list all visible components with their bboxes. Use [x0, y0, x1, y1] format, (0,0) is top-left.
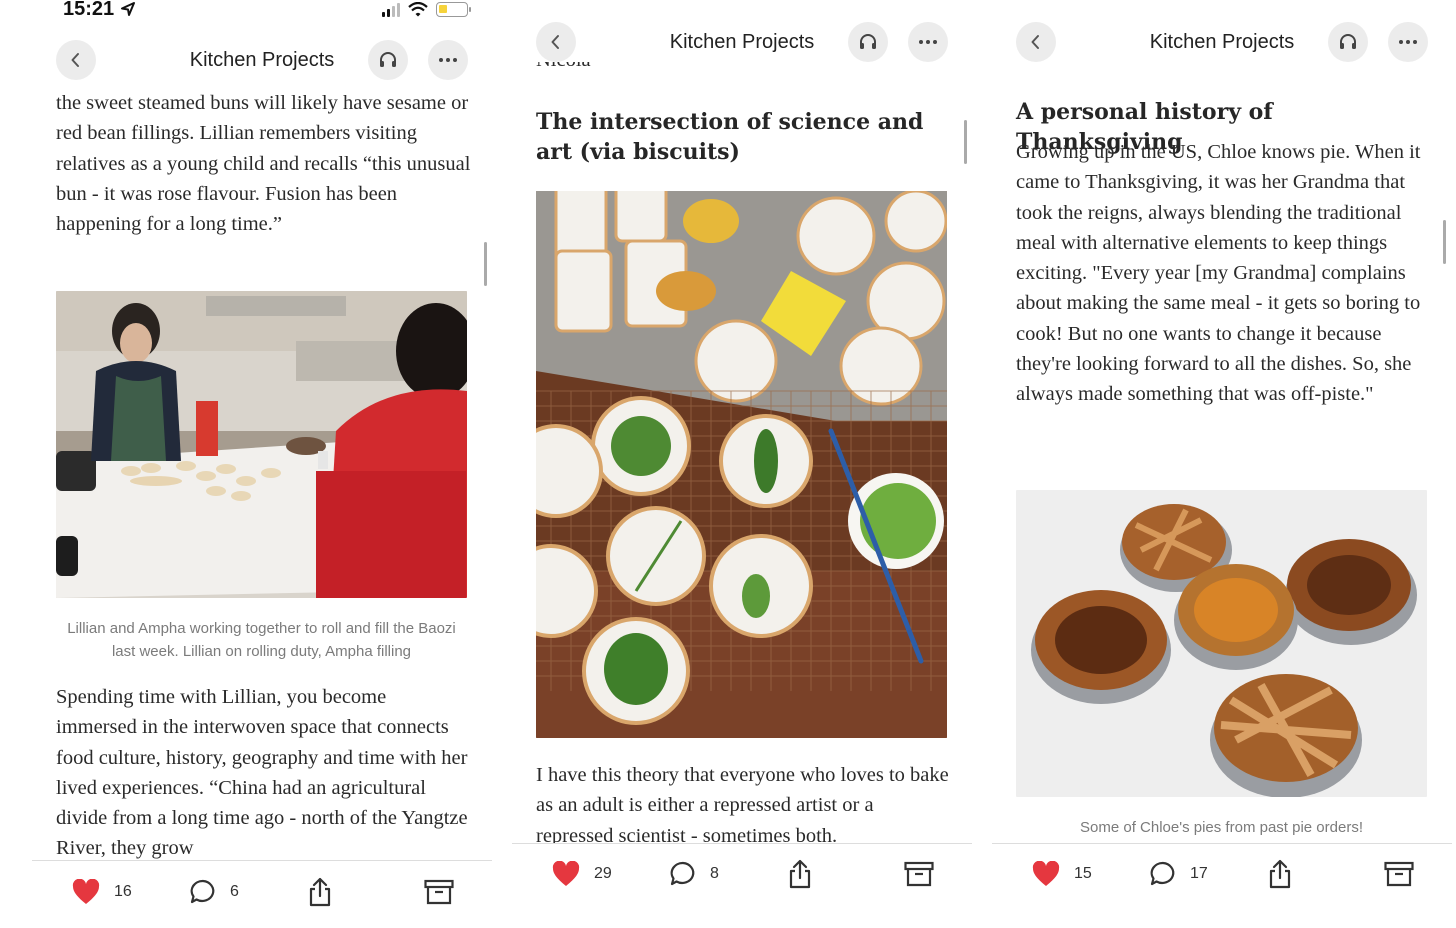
screen-3: Kitchen Projects A personal history of T…	[992, 0, 1452, 928]
headphones-icon	[1340, 34, 1356, 49]
archive-button[interactable]	[904, 861, 934, 887]
heart-icon	[72, 879, 100, 904]
screen-2: Kitchen Projects Nicola The intersection…	[512, 0, 972, 928]
scrollbar[interactable]	[1443, 220, 1446, 264]
photo-caption: Lillian and Ampha working together to ro…	[67, 620, 456, 660]
battery-icon	[436, 2, 471, 17]
more-icon	[1399, 40, 1417, 44]
article-heading: The intersection of science and art (via…	[536, 109, 924, 165]
share-button[interactable]	[308, 877, 332, 907]
clipped-text-content: Nicola	[536, 62, 952, 74]
page-title: Kitchen Projects	[669, 31, 815, 53]
article-paragraph: Growing up in the US, Chloe knows pie. W…	[1016, 141, 1421, 406]
heart-icon	[1032, 861, 1060, 886]
comment-button[interactable]: 8	[670, 861, 719, 887]
headphones-icon	[860, 34, 876, 49]
like-button[interactable]: 16	[72, 879, 132, 905]
wifi-icon	[408, 2, 428, 17]
comment-button[interactable]: 17	[1150, 861, 1208, 887]
like-count: 29	[594, 865, 612, 882]
headphones-icon	[380, 52, 396, 67]
share-icon	[309, 877, 331, 907]
like-count: 15	[1074, 865, 1092, 882]
navigation-bar: Kitchen Projects	[32, 40, 492, 80]
archive-icon	[904, 861, 934, 887]
share-button[interactable]	[788, 859, 812, 889]
archive-icon	[1384, 861, 1414, 887]
page-title: Kitchen Projects	[1149, 31, 1295, 53]
article-paragraph: Spending time with Lillian, you become i…	[56, 686, 468, 860]
article-paragraph: I have this theory that everyone who lov…	[536, 764, 949, 847]
status-time: 15:21	[63, 0, 115, 20]
scrollbar[interactable]	[964, 120, 967, 164]
listen-button[interactable]	[1328, 22, 1368, 62]
bottom-toolbar: 15 17	[992, 843, 1452, 928]
comment-button[interactable]: 6	[190, 879, 239, 905]
navigation-bar: Kitchen Projects	[512, 22, 972, 62]
heart-icon	[552, 861, 580, 886]
like-button[interactable]: 15	[1032, 861, 1092, 887]
photo-caption: Some of Chloe's pies from past pie order…	[1080, 819, 1363, 836]
share-button[interactable]	[1268, 859, 1292, 889]
comment-count: 17	[1190, 865, 1208, 882]
archive-button[interactable]	[1384, 861, 1414, 887]
scrollbar[interactable]	[484, 242, 487, 286]
comment-icon	[1150, 861, 1175, 886]
article-photo	[56, 291, 467, 598]
share-icon	[789, 859, 811, 889]
more-icon	[439, 58, 457, 62]
cellular-signal-icon	[382, 2, 400, 17]
archive-button[interactable]	[424, 879, 454, 905]
article-photo	[1016, 490, 1427, 797]
comment-count: 6	[230, 883, 239, 900]
comment-icon	[670, 861, 695, 886]
page-title: Kitchen Projects	[189, 49, 335, 71]
article-photo	[536, 191, 947, 738]
archive-icon	[424, 879, 454, 905]
status-bar: 15:21	[32, 0, 492, 22]
more-button[interactable]	[428, 40, 468, 80]
bottom-toolbar: 16 6	[32, 860, 492, 928]
clipped-text: Nicola	[536, 62, 952, 74]
screen-1: 15:21 Kitchen Projects the sweet steamed…	[32, 0, 492, 928]
comment-icon	[190, 879, 215, 904]
bottom-toolbar: 29 8	[512, 843, 972, 928]
share-icon	[1269, 859, 1291, 889]
more-button[interactable]	[1388, 22, 1428, 62]
location-arrow-icon	[121, 2, 135, 16]
like-count: 16	[114, 883, 132, 900]
more-icon	[919, 40, 937, 44]
article-paragraph: the sweet steamed buns will likely have …	[56, 92, 471, 236]
like-button[interactable]: 29	[552, 861, 612, 887]
comment-count: 8	[710, 865, 719, 882]
more-button[interactable]	[908, 22, 948, 62]
navigation-bar: Kitchen Projects	[992, 22, 1452, 62]
listen-button[interactable]	[368, 40, 408, 80]
listen-button[interactable]	[848, 22, 888, 62]
